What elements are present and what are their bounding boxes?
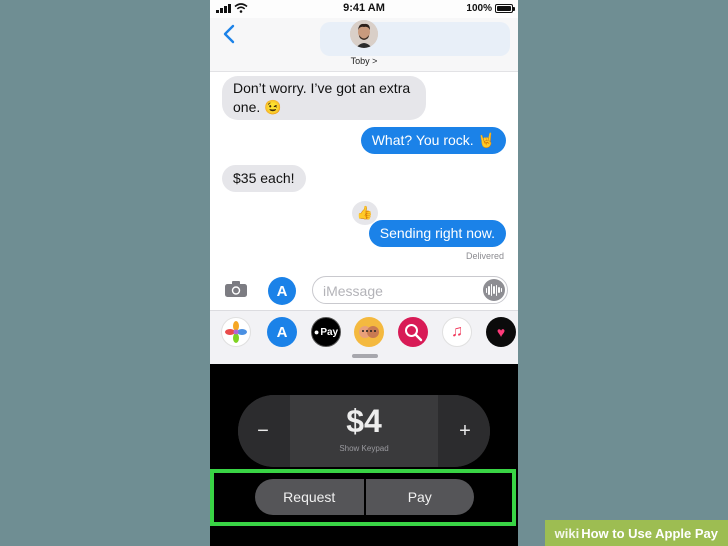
drawer-handle-area[interactable] — [210, 350, 518, 364]
message-text: one. 😉 — [233, 99, 282, 115]
back-chevron-icon[interactable] — [220, 22, 240, 46]
photos-app-icon[interactable] — [221, 317, 251, 347]
app-label: ♥ — [496, 324, 506, 340]
wikihow-watermark: wiki How to Use Apple Pay — [544, 520, 728, 546]
request-button[interactable]: Request — [255, 479, 364, 515]
watermark-wiki: wiki — [554, 525, 580, 541]
message-bubble-received[interactable]: $35 each! — [222, 165, 306, 192]
delivered-status: Delivered — [465, 251, 504, 261]
conversation-header: Toby > — [210, 18, 518, 72]
message-bubble-sent[interactable]: What? You rock. 🤘 — [360, 127, 506, 154]
message-text: What? You rock. 🤘 — [371, 132, 495, 148]
contact-name[interactable]: Toby > — [210, 56, 518, 66]
message-bubble-sent[interactable]: Sending right now. — [368, 220, 506, 247]
app-label: ♫ — [451, 323, 463, 340]
app-store-app-icon[interactable]: A — [267, 317, 297, 347]
message-input[interactable] — [323, 282, 473, 300]
increase-amount-button[interactable]: + — [440, 395, 490, 467]
pay-button[interactable]: Pay — [365, 479, 474, 515]
app-drawer: A ● Pay ♫ ♥ — [210, 310, 518, 350]
message-thread: Don’t worry. I’ve got an extra one. 😉 Wh… — [210, 72, 518, 268]
camera-icon[interactable] — [224, 280, 248, 298]
status-bar: 9:41 AM 100% — [210, 0, 518, 18]
app-store-icon[interactable]: A — [268, 277, 296, 305]
battery-percent: 100% — [466, 3, 492, 14]
message-text: $35 each! — [233, 170, 295, 186]
contact-avatar[interactable] — [350, 20, 378, 48]
message-text: Sending right now. — [379, 225, 495, 241]
drag-handle[interactable] — [352, 354, 378, 358]
message-bubble-received[interactable]: Don’t worry. I’ve got an extra one. 😉 — [222, 76, 426, 120]
show-keypad-link[interactable]: Show Keypad — [290, 444, 438, 453]
payment-amount: $4 — [346, 403, 382, 439]
imessage-field[interactable] — [312, 276, 508, 304]
compose-bar: A — [210, 268, 518, 310]
amount-display[interactable]: $4 Show Keypad — [290, 395, 438, 467]
audio-waveform-icon[interactable] — [483, 279, 505, 301]
image-search-app-icon[interactable] — [398, 317, 428, 347]
memoji-app-icon[interactable] — [354, 317, 384, 347]
phone-screen: 9:41 AM 100% Toby > Don’t worry. I’ve go… — [210, 0, 518, 546]
amount-stepper: − $4 Show Keypad + — [238, 395, 490, 467]
battery-icon — [495, 4, 515, 13]
apple-logo-icon: ● — [313, 327, 320, 337]
apple-pay-app-icon[interactable]: ● Pay — [311, 317, 341, 347]
app-label: Pay — [320, 326, 339, 338]
apple-pay-panel: − $4 Show Keypad + Request Pay — [210, 364, 518, 546]
message-text: Don’t worry. I’ve got an extra — [233, 80, 411, 96]
header-blur — [320, 22, 510, 56]
thumbs-up-icon: 👍 — [356, 205, 374, 220]
watermark-title: How to Use Apple Pay — [581, 525, 718, 541]
digital-touch-app-icon[interactable]: ♥ — [486, 317, 516, 347]
request-pay-buttons: Request Pay — [255, 479, 474, 515]
music-app-icon[interactable]: ♫ — [442, 317, 472, 347]
app-label: A — [276, 323, 288, 341]
decrease-amount-button[interactable]: − — [238, 395, 288, 467]
